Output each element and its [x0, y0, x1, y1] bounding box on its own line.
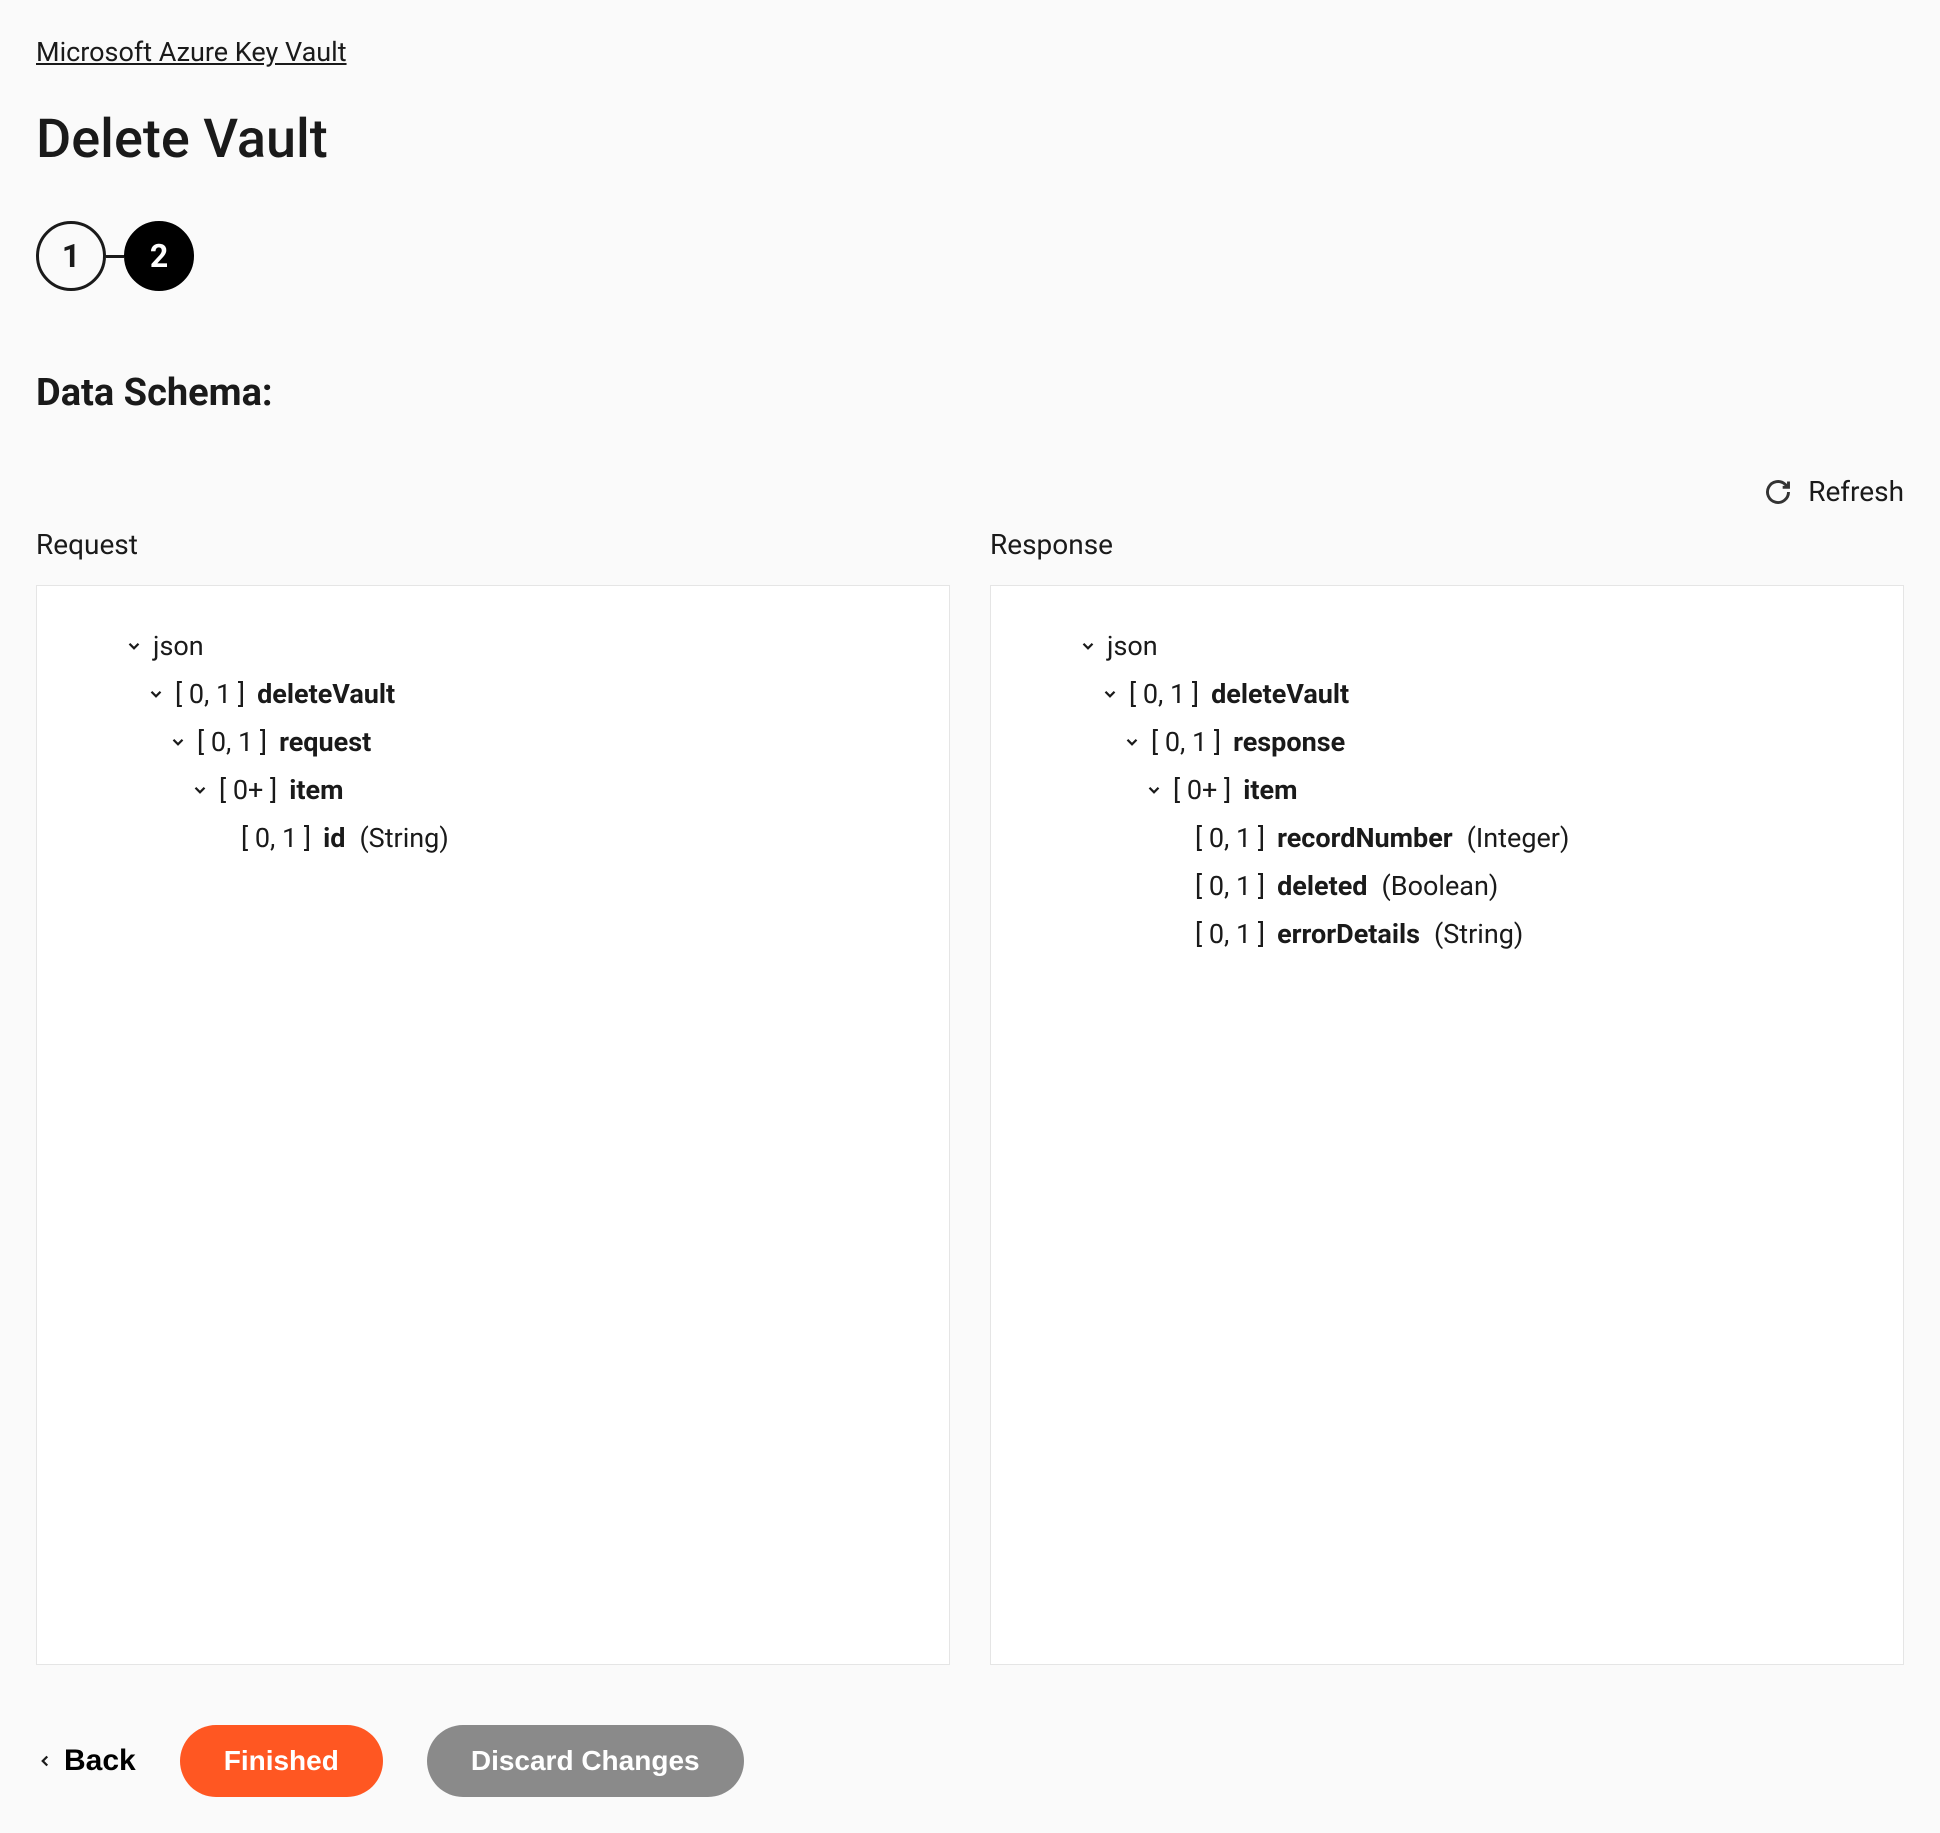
request-panel: json [ 0, 1 ] deleteVault [ 0, 1 ] reque… — [36, 585, 950, 1665]
tree-node-id[interactable]: [ 0, 1 ] id (String) — [61, 814, 925, 862]
chevron-left-icon — [36, 1748, 54, 1774]
discard-changes-button[interactable]: Discard Changes — [427, 1725, 744, 1797]
tree-node-type: (Boolean) — [1382, 870, 1499, 902]
cardinality: [ 0, 1 ] — [1129, 678, 1199, 710]
step-1[interactable]: 1 — [36, 221, 106, 291]
tree-node-label: item — [1243, 774, 1297, 806]
tree-node-label: json — [153, 630, 204, 662]
tree-node-item[interactable]: [ 0+ ] item — [1015, 766, 1879, 814]
chevron-down-icon[interactable] — [145, 683, 167, 705]
tree-node-label: item — [289, 774, 343, 806]
tree-node-recordnumber[interactable]: [ 0, 1 ] recordNumber (Integer) — [1015, 814, 1879, 862]
section-heading: Data Schema: — [36, 371, 1904, 415]
cardinality: [ 0+ ] — [219, 774, 277, 806]
tree-node-deleted[interactable]: [ 0, 1 ] deleted (Boolean) — [1015, 862, 1879, 910]
cardinality: [ 0+ ] — [1173, 774, 1231, 806]
cardinality: [ 0, 1 ] — [241, 822, 311, 854]
tree-node-label: recordNumber — [1277, 822, 1453, 854]
tree-node-label: deleteVault — [1211, 678, 1349, 710]
refresh-icon — [1764, 478, 1792, 506]
tree-node-deletevault[interactable]: [ 0, 1 ] deleteVault — [61, 670, 925, 718]
page-title: Delete Vault — [36, 108, 1904, 171]
tree-node-item[interactable]: [ 0+ ] item — [61, 766, 925, 814]
refresh-button[interactable]: Refresh — [36, 475, 1904, 508]
breadcrumb-link[interactable]: Microsoft Azure Key Vault — [36, 36, 347, 68]
chevron-down-icon[interactable] — [1077, 635, 1099, 657]
cardinality: [ 0, 1 ] — [197, 726, 267, 758]
footer-actions: Back Finished Discard Changes — [36, 1725, 1904, 1797]
cardinality: [ 0, 1 ] — [1195, 918, 1265, 950]
tree-node-label: errorDetails — [1277, 918, 1420, 950]
chevron-down-icon[interactable] — [123, 635, 145, 657]
tree-node-errordetails[interactable]: [ 0, 1 ] errorDetails (String) — [1015, 910, 1879, 958]
back-button[interactable]: Back — [36, 1744, 136, 1778]
tree-node-type: (Integer) — [1467, 822, 1570, 854]
chevron-down-icon[interactable] — [1143, 779, 1165, 801]
refresh-label: Refresh — [1808, 475, 1904, 508]
finished-button[interactable]: Finished — [180, 1725, 383, 1797]
tree-node-json[interactable]: json — [1015, 622, 1879, 670]
tree-node-request[interactable]: [ 0, 1 ] request — [61, 718, 925, 766]
tree-node-type: (String) — [359, 822, 448, 854]
cardinality: [ 0, 1 ] — [1195, 870, 1265, 902]
tree-node-json[interactable]: json — [61, 622, 925, 670]
response-panel-label: Response — [990, 528, 1904, 561]
stepper: 1 2 — [36, 221, 1904, 291]
back-label: Back — [64, 1744, 136, 1778]
chevron-down-icon[interactable] — [167, 731, 189, 753]
response-panel: json [ 0, 1 ] deleteVault [ 0, 1 ] respo… — [990, 585, 1904, 1665]
chevron-down-icon[interactable] — [1099, 683, 1121, 705]
tree-node-response[interactable]: [ 0, 1 ] response — [1015, 718, 1879, 766]
tree-node-label: request — [279, 726, 371, 758]
step-2[interactable]: 2 — [124, 221, 194, 291]
chevron-down-icon[interactable] — [1121, 731, 1143, 753]
cardinality: [ 0, 1 ] — [1195, 822, 1265, 854]
cardinality: [ 0, 1 ] — [175, 678, 245, 710]
tree-node-label: response — [1233, 726, 1345, 758]
tree-node-label: id — [323, 822, 345, 854]
request-panel-label: Request — [36, 528, 950, 561]
tree-node-label: deleteVault — [257, 678, 395, 710]
tree-node-type: (String) — [1434, 918, 1523, 950]
tree-node-label: deleted — [1277, 870, 1367, 902]
chevron-down-icon[interactable] — [189, 779, 211, 801]
tree-node-deletevault[interactable]: [ 0, 1 ] deleteVault — [1015, 670, 1879, 718]
cardinality: [ 0, 1 ] — [1151, 726, 1221, 758]
step-connector — [106, 255, 124, 258]
tree-node-label: json — [1107, 630, 1158, 662]
